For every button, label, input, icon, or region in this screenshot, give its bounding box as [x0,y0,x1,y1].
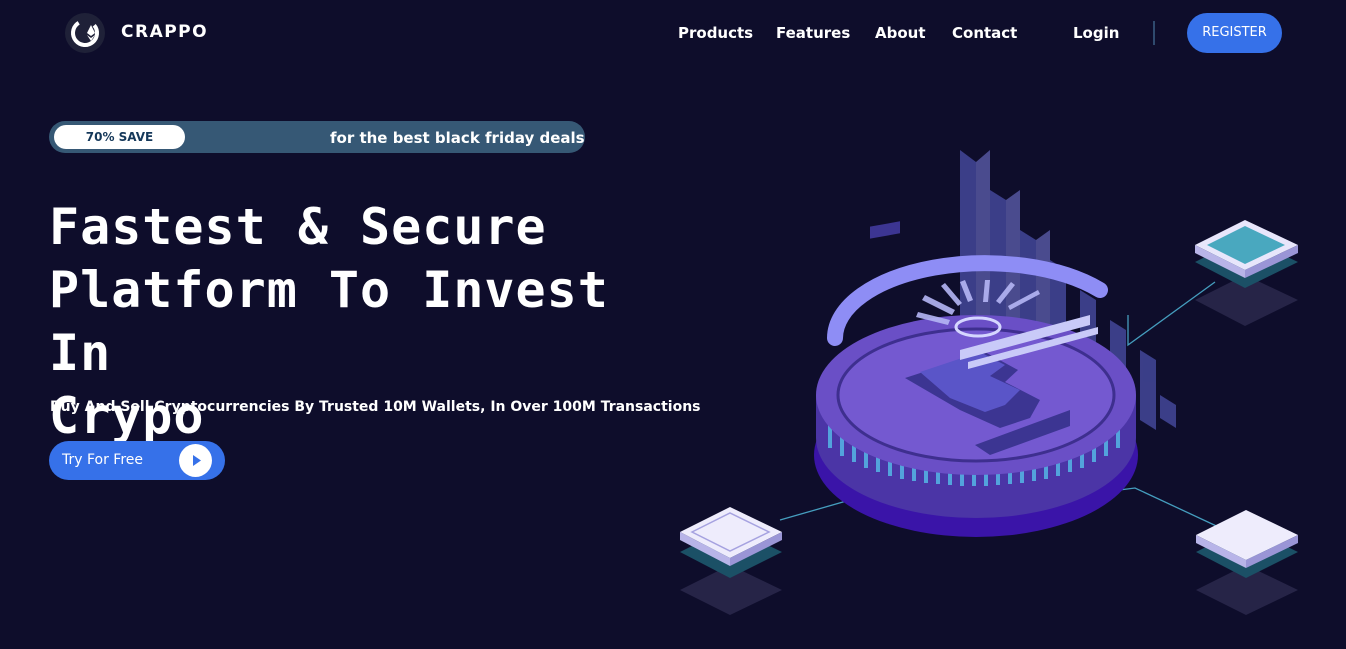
nav-link-products[interactable]: Products [678,24,753,42]
headline-line-3: Crypo [49,387,205,445]
headline-line-2: Platform To Invest In [49,261,609,382]
nav-divider [1153,21,1155,45]
play-icon [179,444,212,477]
nav-link-features[interactable]: Features [776,24,850,42]
try-for-free-label: Try For Free [62,452,144,468]
nav-link-about[interactable]: About [875,24,926,42]
top-navigation: CRAPPO Products Features About Contact L… [0,0,1346,66]
ethereum-logo-icon[interactable] [65,13,105,53]
promo-badge: 70% SAVE [54,125,185,149]
nav-link-contact[interactable]: Contact [952,24,1017,42]
promo-text: for the best black friday deals [330,129,585,147]
register-button[interactable]: REGISTER [1187,13,1282,53]
headline-line-1: Fastest & Secure [49,198,547,256]
promo-banner: 70% SAVE for the best black friday deals [49,121,585,153]
try-for-free-button[interactable]: Try For Free [49,441,225,480]
bitcoin-coin-illustration [660,140,1320,630]
login-link[interactable]: Login [1073,24,1119,42]
hero-subtitle: Buy And Sell Cryptocurrencies By Trusted… [50,399,701,415]
brand-name[interactable]: CRAPPO [121,22,208,42]
